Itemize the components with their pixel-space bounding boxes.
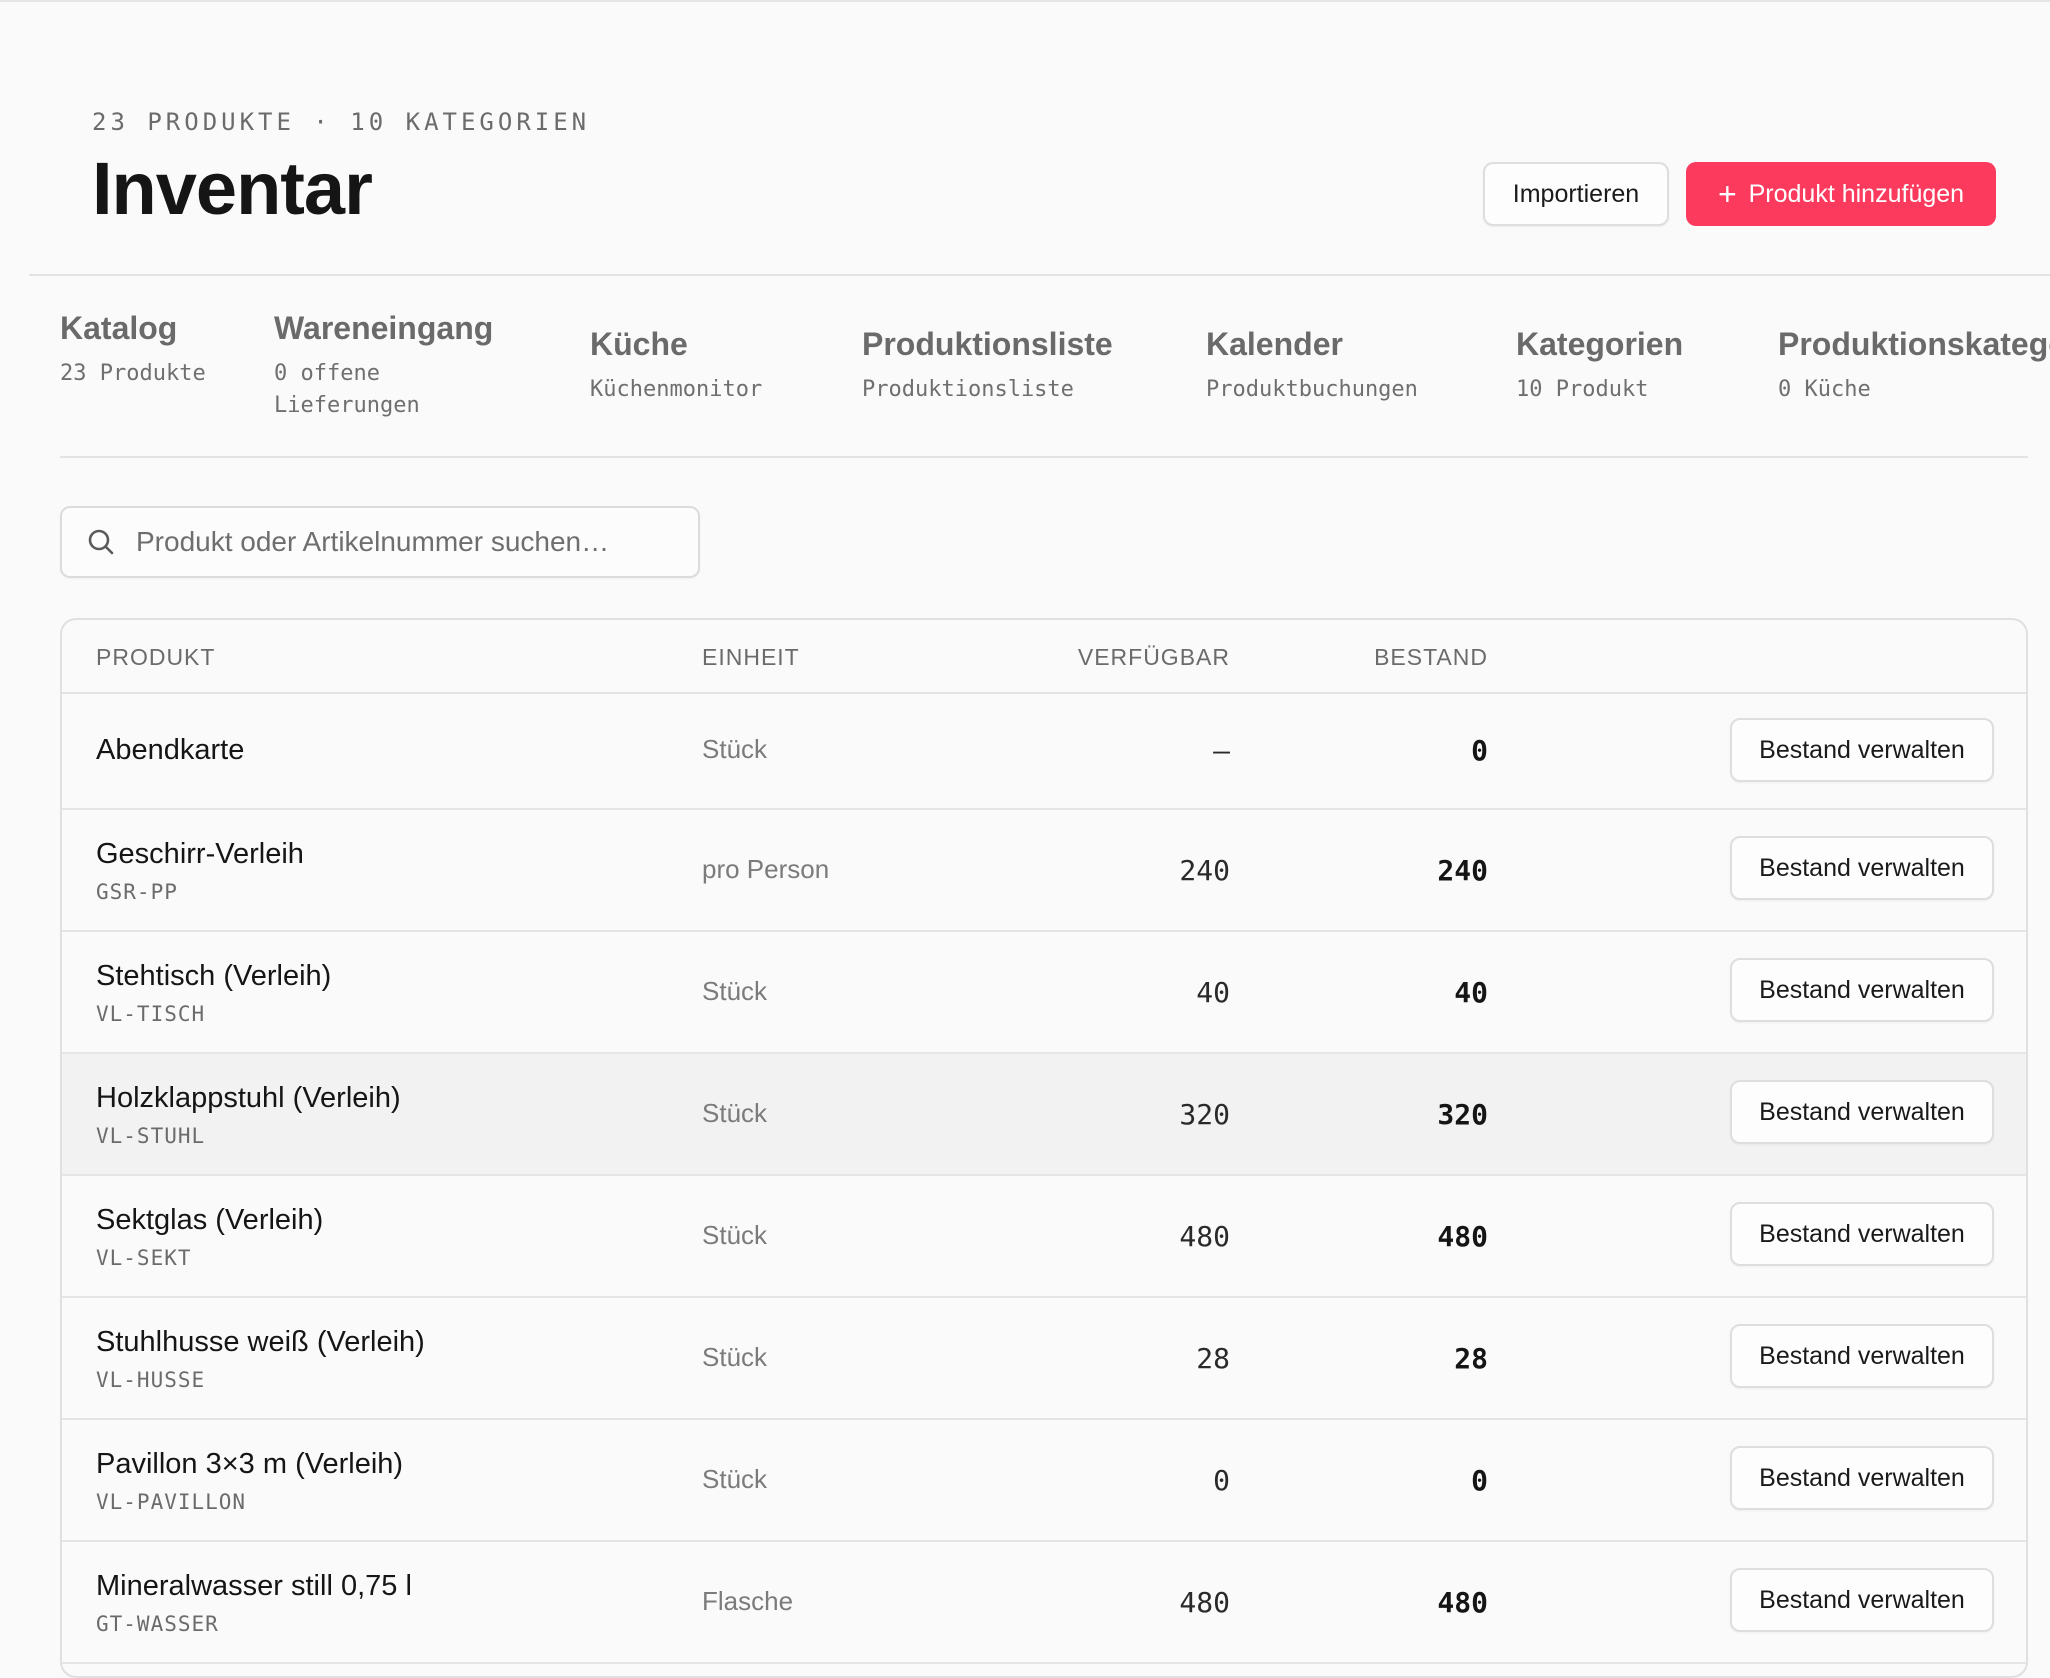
tab-produktionskategorien[interactable]: Produktionskategorien 0 Küche — [1778, 324, 2050, 406]
tab-title: Küche — [590, 326, 688, 362]
tab-title: Katalog — [60, 310, 178, 346]
tab-subtitle: 10 Produkt — [1516, 377, 1649, 402]
table-header: PRODUKT EINHEIT VERFÜGBAR BESTAND — [62, 620, 2026, 694]
product-stock: 0 — [1471, 734, 1488, 767]
table-row: Holzklappstuhl (Verleih) VL-STUHL Stück … — [62, 1054, 2026, 1176]
tab-wareneingang[interactable]: Wareneingang 0 offene Lieferungen — [274, 308, 494, 422]
product-stock: 40 — [1454, 976, 1488, 1009]
product-sku: GSR-PP — [96, 880, 178, 904]
tab-subtitle: 23 Produkte — [60, 361, 206, 386]
tab-title: Produktionskategorien — [1778, 326, 2050, 362]
tab-title: Wareneingang — [274, 310, 494, 346]
product-name: Mineralwasser still 0,75 l — [96, 1570, 412, 1602]
product-unit: Stück — [702, 734, 768, 764]
product-available: 320 — [1179, 1098, 1230, 1131]
column-header-stock: BESTAND — [1374, 644, 1488, 670]
search-box — [60, 506, 700, 578]
tab-subtitle: Produktbuchungen — [1206, 377, 1418, 402]
page-header: 23 PRODUKTE · 10 KATEGORIEN Inventar Imp… — [29, 2, 2050, 276]
tab-kalender[interactable]: Kalender Produktbuchungen — [1206, 324, 1418, 406]
product-available: 28 — [1196, 1342, 1230, 1375]
manage-stock-button[interactable]: Bestand verwalten — [1730, 958, 1994, 1022]
product-available: 480 — [1179, 1586, 1230, 1619]
product-name: Holzklappstuhl (Verleih) — [96, 1082, 401, 1114]
product-name: Abendkarte — [96, 734, 245, 766]
tab-subtitle: Küchenmonitor — [590, 377, 763, 402]
table-body: Abendkarte Stück — 0 Bestand verwalten G… — [62, 694, 2026, 1664]
search-input[interactable] — [134, 525, 678, 559]
manage-stock-button[interactable]: Bestand verwalten — [1730, 1202, 1994, 1266]
manage-stock-button[interactable]: Bestand verwalten — [1730, 1080, 1994, 1144]
column-header-available: VERFÜGBAR — [1077, 644, 1230, 670]
tab-subtitle: 0 Küche — [1778, 377, 1871, 402]
column-header-product: PRODUKT — [96, 644, 216, 670]
product-unit: pro Person — [702, 854, 830, 884]
product-name: Sektglas (Verleih) — [96, 1204, 324, 1236]
column-header-unit: EINHEIT — [702, 644, 800, 670]
page-eyebrow: 23 PRODUKTE · 10 KATEGORIEN — [92, 108, 591, 136]
manage-stock-button[interactable]: Bestand verwalten — [1730, 836, 1994, 900]
product-sku: GT-WASSER — [96, 1612, 219, 1636]
tab-kategorien[interactable]: Kategorien 10 Produkt — [1516, 324, 1683, 406]
product-available: 480 — [1179, 1220, 1230, 1253]
plus-icon: + — [1717, 176, 1737, 212]
product-available: 40 — [1196, 976, 1230, 1009]
product-unit: Stück — [702, 1098, 768, 1128]
product-name: Pavillon 3×3 m (Verleih) — [96, 1448, 404, 1480]
product-unit: Stück — [702, 1220, 768, 1250]
product-stock: 480 — [1437, 1586, 1488, 1619]
add-product-label: Produkt hinzufügen — [1748, 179, 1965, 208]
product-name: Stuhlhusse weiß (Verleih) — [96, 1326, 425, 1358]
search-icon — [86, 527, 116, 557]
manage-stock-button[interactable]: Bestand verwalten — [1730, 1446, 1994, 1510]
product-sku: VL-SEKT — [96, 1246, 192, 1270]
product-sku: VL-HUSSE — [96, 1368, 206, 1392]
table-row: Stuhlhusse weiß (Verleih) VL-HUSSE Stück… — [62, 1298, 2026, 1420]
table-row: Sektglas (Verleih) VL-SEKT Stück 480 480… — [62, 1176, 2026, 1298]
tab-subtitle: 0 offene Lieferungen — [274, 361, 420, 418]
tab-title: Produktionsliste — [862, 326, 1113, 362]
product-stock: 480 — [1437, 1220, 1488, 1253]
product-unit: Stück — [702, 1342, 768, 1372]
product-available: — — [1213, 734, 1230, 767]
product-stock: 240 — [1437, 854, 1488, 887]
product-stock: 28 — [1454, 1342, 1488, 1375]
product-stock: 0 — [1471, 1464, 1488, 1497]
product-available: 240 — [1179, 854, 1230, 887]
tab-title: Kategorien — [1516, 326, 1684, 362]
page-title: Inventar — [92, 147, 373, 230]
manage-stock-button[interactable]: Bestand verwalten — [1730, 1324, 1994, 1388]
table-row: Stehtisch (Verleih) VL-TISCH Stück 40 40… — [62, 932, 2026, 1054]
tab-subtitle: Produktionsliste — [862, 377, 1074, 402]
product-name: Geschirr-Verleih — [96, 838, 304, 870]
table-row: Mineralwasser still 0,75 l GT-WASSER Fla… — [62, 1542, 2026, 1664]
add-product-button[interactable]: + Produkt hinzufügen — [1686, 162, 1996, 226]
table-row: Abendkarte Stück — 0 Bestand verwalten — [62, 694, 2026, 810]
manage-stock-button[interactable]: Bestand verwalten — [1730, 1568, 1994, 1632]
product-name: Stehtisch (Verleih) — [96, 960, 332, 992]
product-sku: VL-TISCH — [96, 1002, 206, 1026]
tab-kueche[interactable]: Küche Küchenmonitor — [590, 324, 762, 406]
import-button[interactable]: Importieren — [1483, 162, 1669, 226]
section-tabs: Katalog 23 Produkte Wareneingang 0 offen… — [60, 308, 2050, 458]
product-sku: VL-PAVILLON — [96, 1490, 247, 1514]
product-sku: VL-STUHL — [96, 1124, 206, 1148]
product-stock: 320 — [1437, 1098, 1488, 1131]
product-unit: Flasche — [702, 1586, 794, 1616]
table-row: Pavillon 3×3 m (Verleih) VL-PAVILLON Stü… — [62, 1420, 2026, 1542]
product-unit: Stück — [702, 1464, 768, 1494]
tab-produktionsliste[interactable]: Produktionsliste Produktionsliste — [862, 324, 1113, 406]
tab-katalog[interactable]: Katalog 23 Produkte — [60, 308, 220, 390]
product-available: 0 — [1213, 1464, 1230, 1497]
table-row: Geschirr-Verleih GSR-PP pro Person 240 2… — [62, 810, 2026, 932]
manage-stock-button[interactable]: Bestand verwalten — [1730, 718, 1994, 782]
tab-title: Kalender — [1206, 326, 1343, 362]
product-unit: Stück — [702, 976, 768, 1006]
inventory-table: PRODUKT EINHEIT VERFÜGBAR BESTAND Abendk… — [60, 618, 2028, 1678]
